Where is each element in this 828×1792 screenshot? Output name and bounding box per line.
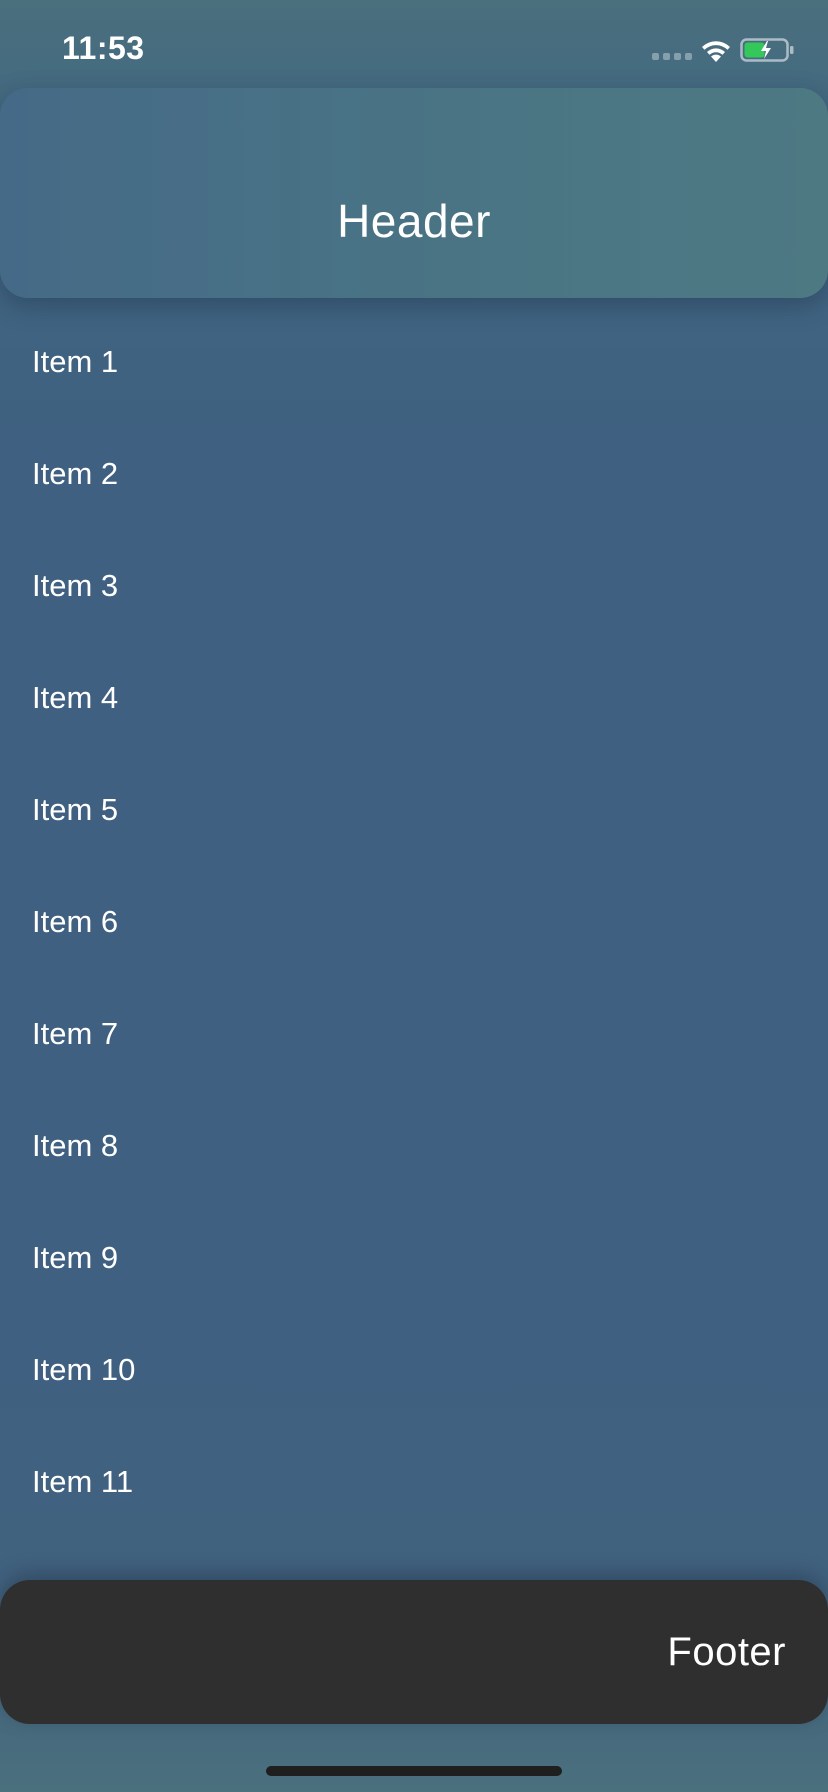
footer-title: Footer <box>667 1629 786 1674</box>
wifi-icon <box>702 41 730 62</box>
list-item[interactable]: Item 9 <box>0 1202 828 1314</box>
list-item[interactable]: Item 5 <box>0 754 828 866</box>
list-item[interactable]: Item 1 <box>0 306 828 418</box>
list-item[interactable]: Item 7 <box>0 978 828 1090</box>
list-item[interactable]: Item 8 <box>0 1090 828 1202</box>
header-title: Header <box>337 195 491 247</box>
home-indicator[interactable] <box>266 1766 562 1776</box>
cellular-signal-icon <box>652 53 692 60</box>
list-item[interactable]: Item 2 <box>0 418 828 530</box>
footer-card: Footer <box>0 1580 828 1724</box>
item-list: Item 1 Item 2 Item 3 Item 4 Item 5 Item … <box>0 306 828 1538</box>
status-bar: 11:53 <box>0 0 828 96</box>
status-time: 11:53 <box>62 30 145 66</box>
battery-charging-icon <box>740 38 794 62</box>
list-item[interactable]: Item 11 <box>0 1426 828 1538</box>
list-item[interactable]: Item 3 <box>0 530 828 642</box>
list-item[interactable]: Item 10 <box>0 1314 828 1426</box>
header-card: Header <box>0 88 828 298</box>
list-item[interactable]: Item 6 <box>0 866 828 978</box>
list-item[interactable]: Item 4 <box>0 642 828 754</box>
